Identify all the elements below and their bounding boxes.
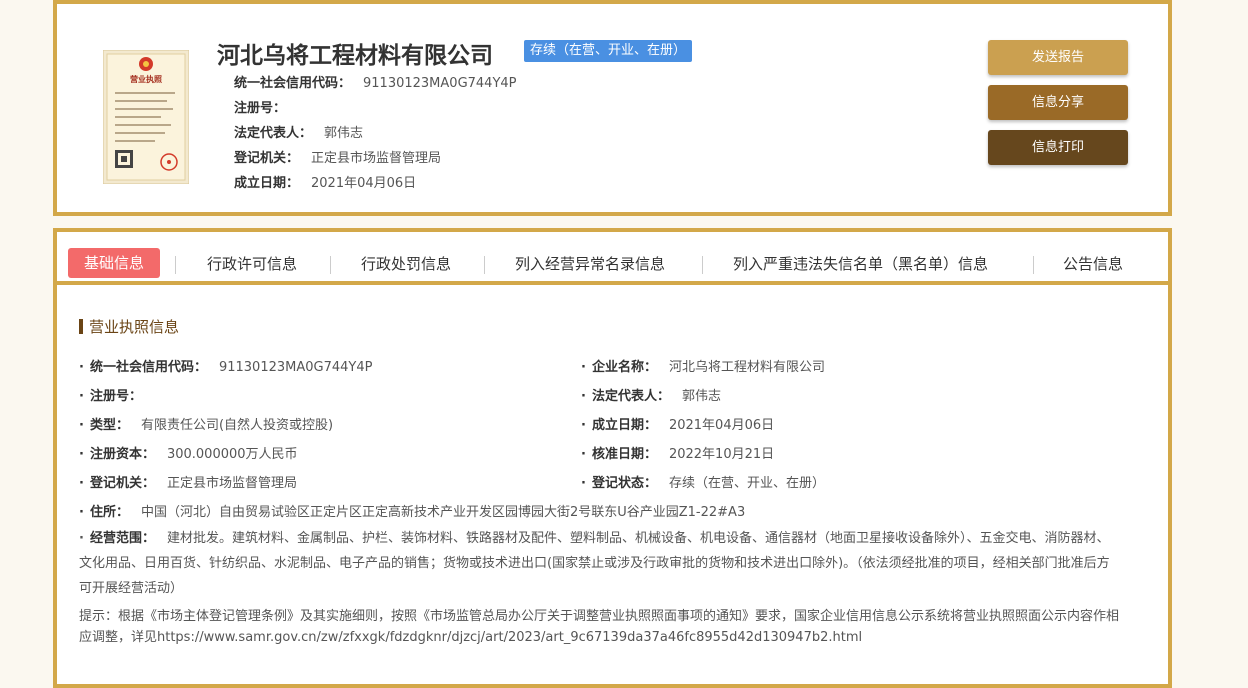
field-value: 有限责任公司(自然人投资或控股) [140,418,334,433]
credit-code-label: 统一社会信用代码： [234,76,352,91]
field-type: · 类型： 有限责任公司(自然人投资或控股) [79,418,334,433]
field-label: 住所： [89,505,129,520]
field-label: 登记状态： [591,476,657,491]
field-label: 注册号： [89,389,142,404]
send-report-button[interactable]: 发送报告 [988,40,1128,75]
field-reg-number: · 注册号： [79,389,142,404]
field-label: 成立日期： [591,418,657,433]
authority-label: 登记机关： [234,151,300,166]
license-image-title: 营业执照 [130,74,162,84]
field-label: 企业名称： [591,360,657,375]
info-row-legal-rep: 法定代表人： 郭伟志 [234,122,363,141]
field-label: 类型： [89,418,129,433]
tab-divider [1033,256,1034,274]
field-credit-code: · 统一社会信用代码： 91130123MA0G744Y4P [79,360,373,375]
business-license-image: 营业执照 [103,50,189,184]
field-label: 统一社会信用代码： [89,360,207,375]
share-info-button[interactable]: 信息分享 [988,85,1128,120]
field-approval-date: · 核准日期： 2022年10月21日 [581,447,775,462]
tab-divider [702,256,703,274]
legal-rep-label: 法定代表人： [234,126,313,141]
field-value: 中国（河北）自由贸易试验区正定片区正定高新技术产业开发区园博园大街2号联东U谷产… [140,505,746,520]
field-value: 河北乌将工程材料有限公司 [668,360,825,375]
tab-admin-license[interactable]: 行政许可信息 [207,249,297,279]
company-header-card: 营业执照 河北乌将工程材料有限公司 存续（在营、开业、在册） 统一社会信用代码：… [53,0,1172,216]
established-label: 成立日期： [234,176,300,191]
section-title: 营业执照信息 [79,316,179,337]
field-capital: · 注册资本： 300.000000万人民币 [79,447,298,462]
field-value: 91130123MA0G744Y4P [218,360,373,375]
field-reg-status: · 登记状态： 存续（在营、开业、在册） [581,476,825,491]
authority-value: 正定县市场监督管理局 [311,151,442,166]
tab-announcements[interactable]: 公告信息 [1063,249,1123,279]
field-address: · 住所： 中国（河北）自由贸易试验区正定片区正定高新技术产业开发区园博园大街2号联… [79,505,746,520]
field-value: 郭伟志 [681,389,721,404]
tab-admin-penalty[interactable]: 行政处罚信息 [361,249,451,279]
field-label: 登记机关： [89,476,155,491]
details-card: 基础信息 行政许可信息 行政处罚信息 列入经营异常名录信息 列入严重违法失信名单… [53,228,1172,688]
legal-rep-value: 郭伟志 [324,126,364,141]
credit-code-value: 91130123MA0G744Y4P [363,76,517,91]
field-value: 2021年04月06日 [668,418,775,433]
business-scope-value: 建材批发。建筑材料、金属制品、护栏、装饰材料、铁路器材及配件、塑料制品、机械设备… [79,531,1110,596]
established-value: 2021年04月06日 [311,176,417,191]
field-value: 正定县市场监督管理局 [166,476,297,491]
tab-divider [484,256,485,274]
section-title-bar [79,319,83,334]
reg-number-label: 注册号： [234,101,287,116]
field-label: 注册资本： [89,447,155,462]
field-label: 法定代表人： [591,389,670,404]
field-authority: · 登记机关： 正定县市场监督管理局 [79,476,297,491]
section-title-text: 营业执照信息 [89,318,180,336]
field-label: 核准日期： [591,447,657,462]
print-info-button[interactable]: 信息打印 [988,130,1128,165]
info-row-credit-code: 统一社会信用代码： 91130123MA0G744Y4P [234,72,517,91]
tab-basic-info[interactable]: 基础信息 [68,248,161,278]
field-value: 存续（在营、开业、在册） [668,476,825,491]
field-company-name: · 企业名称： 河北乌将工程材料有限公司 [581,360,825,375]
field-established: · 成立日期： 2021年04月06日 [581,418,775,433]
field-legal-rep: · 法定代表人： 郭伟志 [581,389,721,404]
company-name: 河北乌将工程材料有限公司 [217,43,493,69]
business-scope: · 经营范围： 建材批发。建筑材料、金属制品、护栏、装饰材料、铁路器材及配件、塑料制… [79,531,1110,596]
tab-bar: 基础信息 行政许可信息 行政处罚信息 列入经营异常名录信息 列入严重违法失信名单… [57,232,1168,285]
notice-text: 提示：根据《市场主体登记管理条例》及其实施细则，按照《市场监管总局办公厅关于调整… [79,609,1120,645]
info-row-reg-number: 注册号： [234,97,298,116]
tab-divider [330,256,331,274]
tab-divider [175,256,176,274]
tab-blacklist[interactable]: 列入严重违法失信名单（黑名单）信息 [733,249,988,279]
info-row-authority: 登记机关： 正定县市场监督管理局 [234,147,441,166]
field-value: 2022年10月21日 [668,447,775,462]
field-value: 300.000000万人民币 [166,447,298,462]
info-row-established: 成立日期： 2021年04月06日 [234,172,416,191]
status-badge: 存续（在营、开业、在册） [524,40,693,62]
business-scope-label: 经营范围： [89,531,155,546]
tab-abnormal-list[interactable]: 列入经营异常名录信息 [515,249,665,279]
